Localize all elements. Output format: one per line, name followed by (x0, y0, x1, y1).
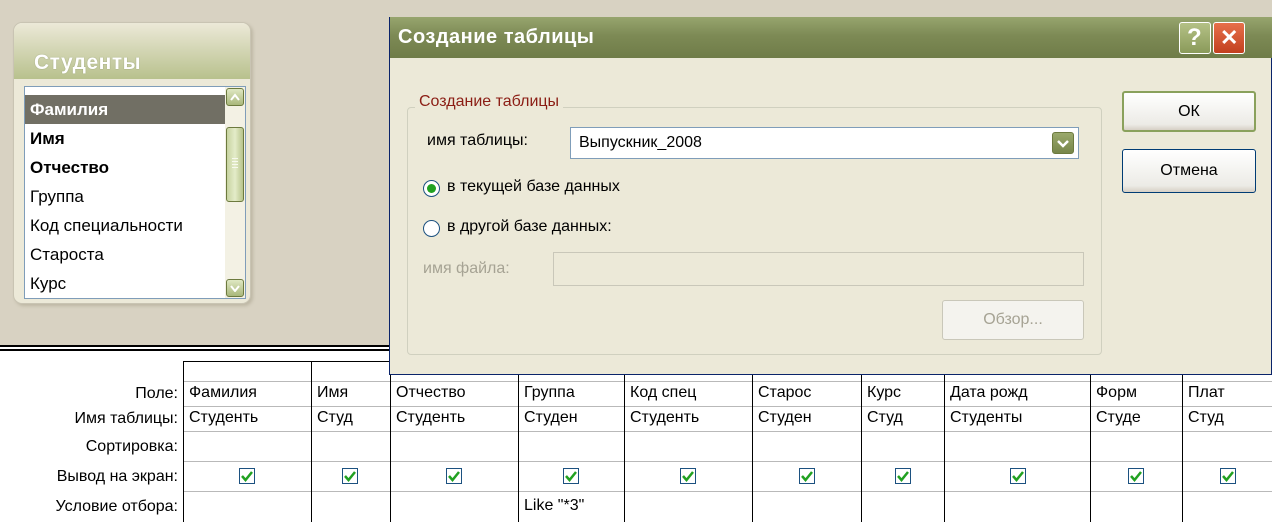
grid-field-cell[interactable]: Плат (1183, 382, 1271, 404)
table-name-combobox[interactable]: Выпускник_2008 (570, 127, 1079, 159)
checkmark-icon (565, 471, 577, 482)
chevron-up-icon (230, 93, 240, 101)
other-database-radio[interactable] (423, 220, 440, 237)
grid-criteria-cell[interactable]: Like "*3" (519, 495, 623, 517)
show-checkbox[interactable] (239, 468, 255, 484)
grid-field-cell[interactable]: Имя (312, 382, 389, 404)
checkmark-icon (1222, 471, 1234, 482)
scroll-thumb[interactable] (226, 127, 244, 202)
row-label-show: Вывод на экран: (56, 468, 178, 485)
field-item-specialty-code[interactable]: Код специальности (25, 211, 226, 240)
grid-field-cell[interactable]: Группа (519, 382, 623, 404)
field-list-students: Студенты Фамилия Имя Отчество Группа Код… (13, 22, 251, 304)
chevron-down-icon (1057, 140, 1069, 148)
row-label-sort: Сортировка: (85, 438, 178, 455)
checkmark-icon (1012, 471, 1024, 482)
field-item-course[interactable]: Курс (25, 269, 226, 298)
checkmark-icon (241, 471, 253, 482)
checkmark-icon (682, 471, 694, 482)
grid-table-cell[interactable]: Студ (1183, 407, 1271, 429)
show-checkbox[interactable] (1128, 468, 1144, 484)
show-checkbox[interactable] (446, 468, 462, 484)
other-database-label[interactable]: в другой базе данных: (447, 218, 612, 236)
field-list-caption[interactable]: Студенты (14, 23, 250, 79)
row-label-table: Имя таблицы: (74, 410, 178, 427)
show-checkbox[interactable] (1220, 468, 1236, 484)
scroll-down-button[interactable] (226, 279, 244, 297)
query-design-grid: Поле: Имя таблицы: Сортировка: Вывод на … (0, 351, 1272, 522)
table-name-value: Выпускник_2008 (579, 134, 702, 151)
close-button[interactable]: ✕ (1213, 22, 1245, 54)
grid-table-cell[interactable]: Студенты (945, 407, 1089, 429)
current-database-radio[interactable] (423, 180, 440, 197)
ok-button[interactable]: ОК (1122, 91, 1256, 132)
checkmark-icon (897, 471, 909, 482)
field-item-headman[interactable]: Староста (25, 240, 226, 269)
dialog-title: Создание таблицы (398, 26, 595, 48)
help-button[interactable]: ? (1179, 22, 1211, 54)
current-database-label[interactable]: в текущей базе данных (447, 178, 620, 196)
grid-table-cell[interactable]: Студ (862, 407, 943, 429)
grid-field-cell[interactable]: Дата рожд (945, 382, 1089, 404)
row-label-field: Поле: (135, 385, 178, 402)
grid-field-cell[interactable]: Код спец (625, 382, 751, 404)
browse-button[interactable]: Обзор... (942, 300, 1084, 340)
show-checkbox[interactable] (799, 468, 815, 484)
checkmark-icon (448, 471, 460, 482)
grid-field-cell[interactable]: Старос (753, 382, 860, 404)
show-checkbox[interactable] (1010, 468, 1026, 484)
scroll-up-button[interactable] (226, 88, 244, 106)
grid-table-cell[interactable]: Студенть (184, 407, 310, 429)
field-item-patronymic[interactable]: Отчество (25, 153, 226, 182)
cancel-button[interactable]: Отмена (1122, 149, 1256, 193)
file-name-input[interactable] (553, 252, 1084, 286)
grid-table-cell[interactable]: Студенть (625, 407, 751, 429)
grid-table-cell[interactable]: Студ (312, 407, 389, 429)
grid-field-cell[interactable]: Отчество (391, 382, 517, 404)
show-checkbox[interactable] (563, 468, 579, 484)
group-box-title: Создание таблицы (415, 93, 564, 111)
row-label-criteria: Условие отбора: (55, 498, 178, 515)
field-list-title: Студенты (34, 51, 142, 74)
grid-table-cell[interactable]: Студенть (391, 407, 517, 429)
show-checkbox[interactable] (342, 468, 358, 484)
file-name-label: имя файла: (423, 260, 510, 277)
field-list-box: Фамилия Имя Отчество Группа Код специаль… (24, 86, 246, 299)
checkmark-icon (801, 471, 813, 482)
grid-table-cell[interactable]: Студен (519, 407, 623, 429)
combobox-dropdown-button[interactable] (1052, 132, 1074, 154)
show-checkbox[interactable] (680, 468, 696, 484)
table-name-label: имя таблицы: (427, 132, 528, 149)
grid-field-cell[interactable]: Курс (862, 382, 943, 404)
field-item-firstname[interactable]: Имя (25, 124, 226, 153)
make-table-dialog: Создание таблицы ? ✕ Создание таблицы им… (389, 17, 1272, 375)
checkmark-icon (344, 471, 356, 482)
grid-table-cell[interactable]: Студе (1091, 407, 1181, 429)
grid-field-cell[interactable]: Форм (1091, 382, 1181, 404)
close-icon: ✕ (1220, 25, 1239, 50)
grid-table-cell[interactable]: Студен (753, 407, 860, 429)
chevron-down-icon (230, 285, 240, 292)
help-icon: ? (1187, 24, 1203, 51)
field-item-group[interactable]: Группа (25, 182, 226, 211)
dialog-title-bar[interactable]: Создание таблицы ? ✕ (390, 17, 1272, 58)
field-item-lastname[interactable]: Фамилия (25, 95, 226, 124)
checkmark-icon (1130, 471, 1142, 482)
grid-field-cell[interactable]: Фамилия (184, 382, 310, 404)
show-checkbox[interactable] (895, 468, 911, 484)
field-list-scrollbar[interactable] (225, 87, 245, 298)
